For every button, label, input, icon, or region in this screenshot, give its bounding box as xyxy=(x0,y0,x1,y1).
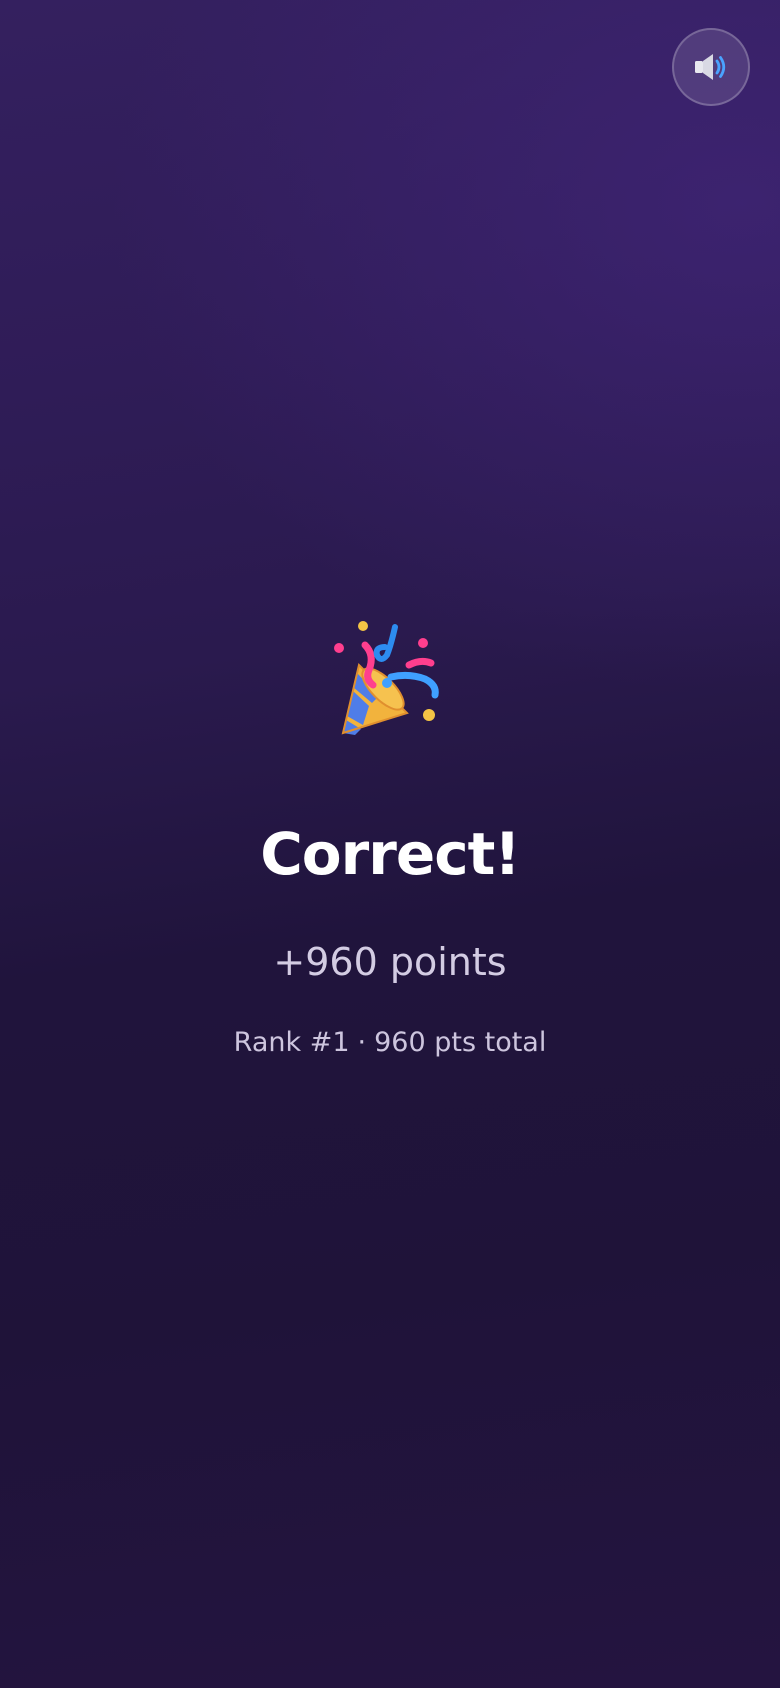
speaker-on-icon xyxy=(691,47,731,87)
party-popper-icon xyxy=(334,621,439,735)
points-gained: +960 points xyxy=(273,940,507,984)
total-points-label: 960 pts total xyxy=(374,1027,547,1058)
sound-toggle-button[interactable] xyxy=(672,28,750,106)
rank-summary: Rank #1 · 960 pts total xyxy=(234,1029,547,1056)
result-panel: Correct! +960 points Rank #1 · 960 pts t… xyxy=(0,615,780,1056)
separator-dot: · xyxy=(357,1027,367,1058)
rank-label: Rank #1 xyxy=(233,1027,350,1058)
result-title: Correct! xyxy=(260,820,521,888)
